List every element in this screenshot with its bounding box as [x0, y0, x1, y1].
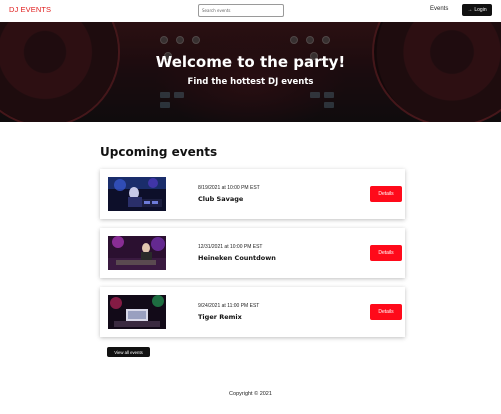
- hero-subtitle: Find the hottest DJ events: [187, 77, 314, 87]
- event-thumbnail: [108, 177, 166, 211]
- event-date: 8/19/2021 at 10:00 PM EST: [198, 185, 260, 191]
- search-input[interactable]: [198, 4, 284, 17]
- login-button-label: Login: [474, 7, 487, 13]
- event-date: 12/31/2021 at 10:00 PM EST: [198, 244, 263, 250]
- nav-link-events[interactable]: Events: [430, 6, 448, 12]
- event-title[interactable]: Club Savage: [198, 195, 243, 203]
- event-card: 9/24/2021 at 11:00 PM EST Tiger Remix De…: [100, 287, 405, 337]
- section-title: Upcoming events: [100, 145, 218, 159]
- event-card: 8/19/2021 at 10:00 PM EST Club Savage De…: [100, 169, 405, 219]
- footer-copyright: Copyright © 2021: [229, 391, 272, 397]
- event-card: 12/31/2021 at 10:00 PM EST Heineken Coun…: [100, 228, 405, 278]
- details-button[interactable]: Details: [370, 186, 402, 202]
- login-button[interactable]: → Login: [462, 4, 492, 16]
- hero-banner: Welcome to the party! Find the hottest D…: [0, 22, 501, 122]
- event-date: 9/24/2021 at 11:00 PM EST: [198, 303, 260, 309]
- event-title[interactable]: Heineken Countdown: [198, 254, 276, 262]
- site-header: DJ EVENTS Events → Login: [0, 0, 501, 22]
- details-button[interactable]: Details: [370, 245, 402, 261]
- site-logo[interactable]: DJ EVENTS: [9, 5, 51, 14]
- view-all-events-button[interactable]: View all events: [107, 347, 150, 357]
- event-thumbnail: [108, 236, 166, 270]
- event-thumbnail: [108, 295, 166, 329]
- details-button[interactable]: Details: [370, 304, 402, 320]
- sign-in-icon: →: [467, 7, 473, 13]
- event-title[interactable]: Tiger Remix: [198, 313, 242, 321]
- hero-title: Welcome to the party!: [155, 53, 346, 71]
